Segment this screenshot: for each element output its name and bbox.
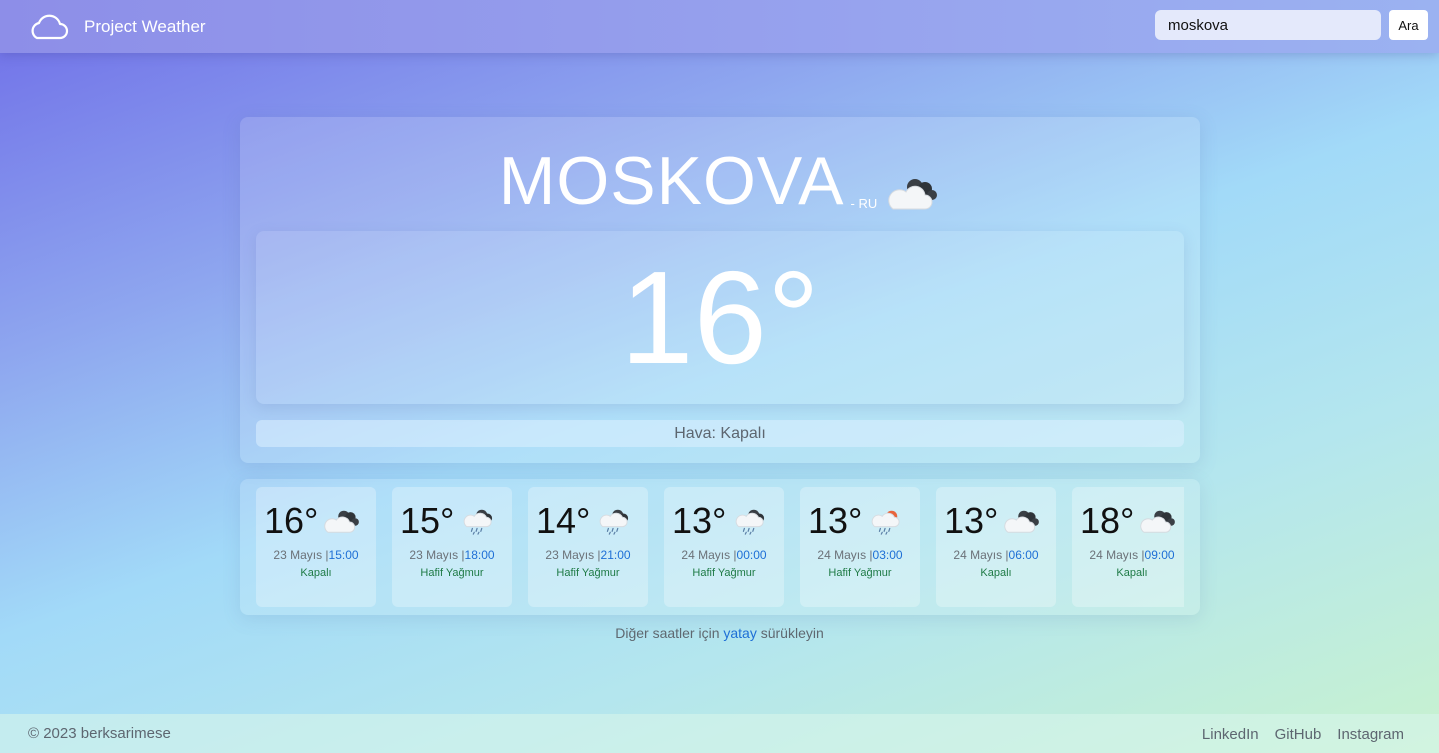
current-weather-card: MOSKOVA - RU 16° Hava: Kapalı bbox=[240, 117, 1200, 463]
light-rain-icon bbox=[600, 509, 629, 535]
forecast-top: 18° bbox=[1080, 501, 1178, 541]
hint-highlight: yatay bbox=[723, 625, 757, 641]
forecast-condition: Kapalı bbox=[980, 567, 1012, 579]
forecast-time: 18:00 bbox=[464, 548, 495, 562]
forecast-time: 21:00 bbox=[600, 548, 631, 562]
forecast-date: 24 Mayıs bbox=[1089, 548, 1139, 562]
forecast-panel: 16° 23 Mayıs |15:00 Kapalı 15° 23 Mayıs |18:… bbox=[240, 479, 1200, 615]
overcast-clouds-icon bbox=[888, 179, 938, 210]
forecast-scroller[interactable]: 16° 23 Mayıs |15:00 Kapalı 15° 23 Mayıs |18:… bbox=[256, 487, 1184, 607]
forecast-time: 15:00 bbox=[328, 548, 359, 562]
forecast-top: 13° bbox=[672, 501, 770, 541]
forecast-datetime: 23 Mayıs |21:00 bbox=[528, 548, 648, 562]
cloud-outline-icon bbox=[31, 14, 69, 39]
light-rain-icon bbox=[736, 509, 765, 535]
forecast-card: 13° 24 Mayıs |00:00 Hafif Yağmur bbox=[664, 487, 784, 607]
forecast-time: 03:00 bbox=[872, 548, 903, 562]
search-button[interactable]: Ara bbox=[1389, 10, 1428, 40]
hint-text-after: sürükleyin bbox=[756, 625, 824, 641]
github-link[interactable]: GitHub bbox=[1275, 726, 1322, 743]
hint-text-before: Diğer saatler için bbox=[615, 625, 724, 641]
forecast-condition: Hafif Yağmur bbox=[692, 567, 756, 579]
search-input[interactable] bbox=[1155, 10, 1381, 40]
forecast-card: 15° 23 Mayıs |18:00 Hafif Yağmur bbox=[392, 487, 512, 607]
country-code: - RU bbox=[850, 196, 878, 211]
drag-hint: Diğer saatler için yatay sürükleyin bbox=[0, 625, 1439, 641]
forecast-time: 09:00 bbox=[1144, 548, 1175, 562]
current-temperature: 16° bbox=[620, 243, 820, 391]
navbar: Project Weather Ara bbox=[0, 0, 1439, 53]
forecast-card: 18° 24 Mayıs |09:00 Kapalı bbox=[1072, 487, 1184, 607]
forecast-card: 16° 23 Mayıs |15:00 Kapalı bbox=[256, 487, 376, 607]
forecast-time: 00:00 bbox=[736, 548, 767, 562]
overcast-clouds-icon bbox=[1140, 510, 1176, 533]
forecast-date: 23 Mayıs bbox=[273, 548, 323, 562]
forecast-top: 14° bbox=[536, 501, 634, 541]
forecast-time: 06:00 bbox=[1008, 548, 1039, 562]
footer: © 2023 berksarimese LinkedIn GitHub Inst… bbox=[0, 714, 1439, 753]
forecast-datetime: 24 Mayıs |09:00 bbox=[1072, 548, 1184, 562]
forecast-condition: Kapalı bbox=[300, 567, 332, 579]
brand-title: Project Weather bbox=[84, 16, 206, 36]
forecast-top: 16° bbox=[264, 501, 362, 541]
light-rain-icon bbox=[464, 509, 493, 535]
forecast-condition: Hafif Yağmur bbox=[420, 567, 484, 579]
forecast-datetime: 24 Mayıs |06:00 bbox=[936, 548, 1056, 562]
forecast-date: 24 Mayıs bbox=[953, 548, 1003, 562]
forecast-temp: 16° bbox=[264, 500, 319, 541]
forecast-date: 23 Mayıs bbox=[409, 548, 459, 562]
forecast-temp: 13° bbox=[944, 500, 999, 541]
overcast-clouds-icon bbox=[324, 510, 360, 533]
forecast-card: 13° 24 Mayıs |06:00 Kapalı bbox=[936, 487, 1056, 607]
light-rain-sun-icon bbox=[872, 510, 900, 535]
forecast-datetime: 23 Mayıs |15:00 bbox=[256, 548, 376, 562]
forecast-temp: 13° bbox=[672, 500, 727, 541]
forecast-card: 14° 23 Mayıs |21:00 Hafif Yağmur bbox=[528, 487, 648, 607]
forecast-temp: 13° bbox=[808, 500, 863, 541]
temperature-panel: 16° bbox=[256, 231, 1184, 404]
city-header: MOSKOVA - RU bbox=[240, 145, 1200, 217]
forecast-datetime: 23 Mayıs |18:00 bbox=[392, 548, 512, 562]
instagram-link[interactable]: Instagram bbox=[1337, 726, 1404, 743]
forecast-condition: Hafif Yağmur bbox=[556, 567, 620, 579]
forecast-condition: Hafif Yağmur bbox=[828, 567, 892, 579]
forecast-datetime: 24 Mayıs |03:00 bbox=[800, 548, 920, 562]
linkedin-link[interactable]: LinkedIn bbox=[1202, 726, 1259, 743]
forecast-top: 15° bbox=[400, 501, 498, 541]
overcast-clouds-icon bbox=[1004, 510, 1040, 533]
forecast-temp: 18° bbox=[1080, 500, 1135, 541]
forecast-top: 13° bbox=[808, 501, 906, 541]
copyright: © 2023 berksarimese bbox=[28, 725, 171, 742]
weather-description: Hava: Kapalı bbox=[256, 420, 1184, 447]
forecast-condition: Kapalı bbox=[1116, 567, 1148, 579]
forecast-date: 24 Mayıs bbox=[817, 548, 867, 562]
forecast-temp: 15° bbox=[400, 500, 455, 541]
forecast-date: 23 Mayıs bbox=[545, 548, 595, 562]
forecast-top: 13° bbox=[944, 501, 1042, 541]
footer-links: LinkedIn GitHub Instagram bbox=[1186, 726, 1404, 743]
forecast-date: 24 Mayıs bbox=[681, 548, 731, 562]
city-name: MOSKOVA bbox=[498, 143, 845, 219]
forecast-card: 13° 24 Mayıs |03:00 Hafif Yağmur bbox=[800, 487, 920, 607]
brand[interactable]: Project Weather bbox=[27, 13, 206, 41]
forecast-datetime: 24 Mayıs |00:00 bbox=[664, 548, 784, 562]
forecast-temp: 14° bbox=[536, 500, 591, 541]
search-form: Ara bbox=[1155, 10, 1428, 40]
